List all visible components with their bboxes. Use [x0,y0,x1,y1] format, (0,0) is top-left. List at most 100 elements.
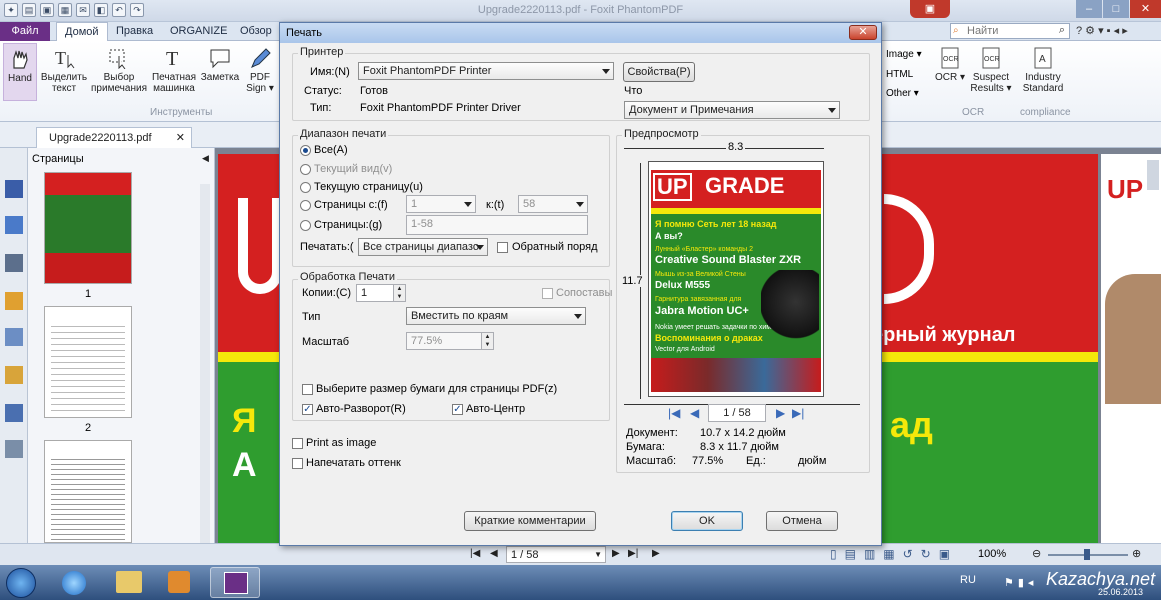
attachments-icon[interactable] [5,328,23,346]
page-number-field[interactable]: 1 / 58 ▼ [506,546,606,563]
play-icon[interactable]: ▶ [652,548,660,559]
zoom-slider-thumb[interactable] [1084,549,1090,560]
preview-prev-page-icon[interactable]: ◀ [690,406,699,420]
html-export-button[interactable]: HTML [886,69,913,80]
ocr-button[interactable]: OCR OCR ▾ [932,47,968,83]
doc-tab[interactable]: Upgrade2220113.pdf ✕ [36,127,192,148]
print-subset-select[interactable]: Все страницы диапазо [358,238,488,256]
tab-organize[interactable]: ORGANIZE [162,22,235,41]
security-icon[interactable] [5,366,23,384]
collate-checkbox[interactable] [542,288,553,299]
zoom-out-icon[interactable]: ⊖ [1032,547,1041,560]
print-as-image-checkbox[interactable] [292,438,303,449]
printer-name-select[interactable]: Foxit PhantomPDF Printer [358,62,614,80]
preview-last-page-icon[interactable]: ▶| [792,406,804,420]
redo-icon[interactable]: ↷ [130,3,144,17]
summarize-comments-button[interactable]: Краткие комментарии [464,511,596,531]
save-icon[interactable]: ▣ [40,3,54,17]
app-logo-icon[interactable]: ✦ [4,3,18,17]
other-export-button[interactable]: Other ▾ [886,88,919,99]
cancel-button[interactable]: Отмена [766,511,838,531]
preview-next-page-icon[interactable]: ▶ [776,406,785,420]
tab-review[interactable]: Обзор [232,22,280,41]
search-box[interactable]: ⌕ Найти ⌕ [950,23,1070,39]
zoom-in-icon[interactable]: ⊕ [1132,547,1141,560]
minimize-button[interactable]: – [1076,0,1102,18]
help-icon[interactable]: ? ⚙ ▾ ▪ ◂ ▸ [1076,24,1128,37]
copies-stepper[interactable]: ▲ ▼ [394,284,406,302]
range-current-page-radio[interactable] [300,182,311,193]
start-button[interactable] [6,568,36,598]
bookmarks-icon[interactable] [5,180,23,198]
tab-edit[interactable]: Правка [108,22,161,41]
ok-button[interactable]: OK [671,511,743,531]
search-icon[interactable]: ⌕ [1059,24,1065,37]
layers-icon[interactable] [5,254,23,272]
range-to-select[interactable]: 58 [518,195,588,213]
comments-icon[interactable] [5,292,23,310]
select-annotation-button[interactable]: Выбор примечания [90,47,148,94]
scaling-type-select[interactable]: Вместить по краям [406,307,586,325]
open-icon[interactable]: ▤ [22,3,36,17]
paper-size-checkbox[interactable] [302,384,313,395]
doc-scrollbar-thumb[interactable] [1147,160,1159,190]
range-all-radio[interactable] [300,145,311,156]
thumbnail-page-1[interactable] [44,172,132,284]
thumbnail-page-3[interactable] [44,440,132,543]
foxit-taskbar-button[interactable] [210,567,260,598]
range-pages-from-radio[interactable] [300,200,311,211]
search-tool-icon[interactable] [5,440,23,458]
range-pages-input[interactable]: 1-58 [406,215,588,235]
page-dropdown-icon[interactable]: ▼ [594,547,602,563]
tray-icons[interactable]: ⚑▮◂ [1004,576,1037,589]
next-page-icon[interactable]: ▶ [612,548,620,559]
typewriter-button[interactable]: T Печатная машинка [150,47,198,94]
reverse-order-checkbox[interactable] [497,242,508,253]
dialog-close-button[interactable]: ✕ [849,25,877,40]
print-what-select[interactable]: Документ и Примечания [624,101,840,119]
auto-center-checkbox[interactable]: ✓ [452,404,463,415]
thumb-scrollbar[interactable] [200,184,210,543]
clock-date[interactable]: 25.06.2013 [1098,587,1143,597]
industry-standard-button[interactable]: A Industry Standard [1020,47,1066,94]
tab-home[interactable]: Домой [56,22,108,41]
pages-icon[interactable] [5,216,23,234]
email-icon[interactable]: ✉ [76,3,90,17]
pdf-sign-button[interactable]: PDF Sign ▾ [242,47,278,94]
range-current-view-radio[interactable] [300,164,311,175]
range-from-select[interactable]: 1 [406,195,476,213]
first-page-icon[interactable]: |◀ [470,548,480,559]
range-pages-radio[interactable] [300,220,311,231]
suspect-results-button[interactable]: OCR Suspect Results ▾ [970,47,1012,94]
close-window-button[interactable]: ✕ [1130,0,1161,18]
select-text-button[interactable]: T Выделить текст [40,47,88,94]
fields-icon[interactable] [5,404,23,422]
printer-properties-button[interactable]: Свойства(P) [623,62,695,82]
scale-input[interactable]: 77.5% [406,332,482,350]
auto-rotate-checkbox[interactable]: ✓ [302,404,313,415]
view-mode-icons[interactable]: ▯▤▥▦↺↻▣ [830,547,958,561]
print-shade-checkbox[interactable] [292,458,303,469]
scale-stepper[interactable]: ▲ ▼ [482,332,494,350]
maximize-button[interactable]: □ [1103,0,1129,18]
image-export-button[interactable]: Image ▾ [886,49,922,60]
hand-tool-button[interactable]: Hand [3,43,37,101]
preview-first-page-icon[interactable]: |◀ [668,406,680,420]
explorer-icon[interactable] [116,571,142,593]
print-icon[interactable]: ▦ [58,3,72,17]
last-page-icon[interactable]: ▶| [628,548,638,559]
snapshot-icon[interactable]: ◧ [94,3,108,17]
tab-file[interactable]: Файл [0,22,50,41]
search-input[interactable]: Найти [967,25,998,37]
close-tab-icon[interactable]: ✕ [176,128,185,148]
language-indicator[interactable]: RU [960,574,976,586]
preview-page-field[interactable]: 1 / 58 [708,404,766,422]
media-player-icon[interactable] [168,571,190,593]
collapse-panel-icon[interactable]: ◀ [202,153,209,164]
undo-icon[interactable]: ↶ [112,3,126,17]
zoom-level[interactable]: 100% [978,548,1006,560]
prev-page-icon[interactable]: ◀ [490,548,498,559]
copies-input[interactable]: 1 [356,284,394,302]
thumbnail-page-2[interactable] [44,306,132,418]
note-button[interactable]: Заметка [200,47,240,83]
